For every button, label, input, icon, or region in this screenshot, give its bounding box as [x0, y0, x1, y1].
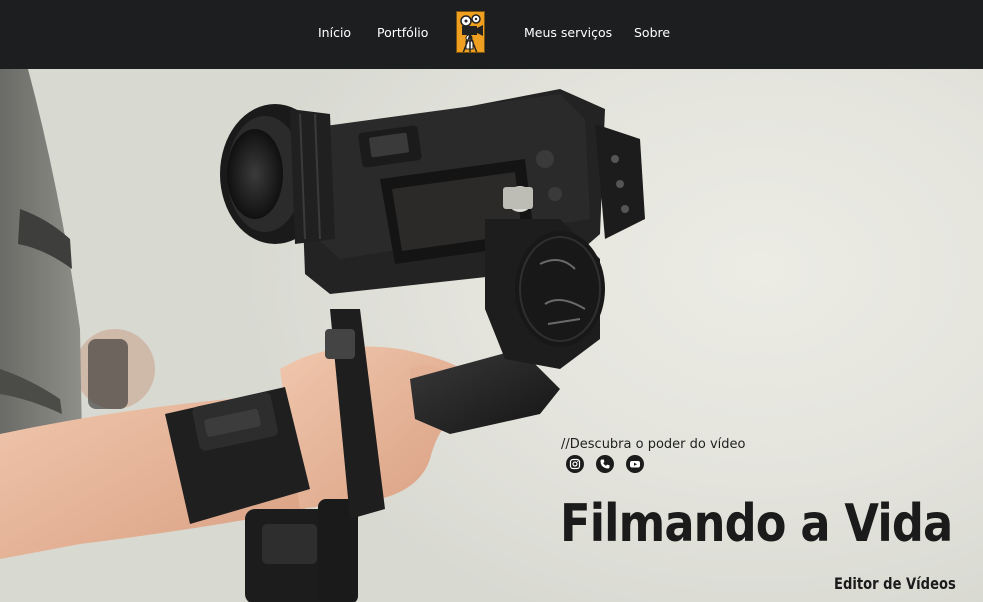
phone-icon-glyph [600, 459, 610, 469]
hero-subtitle: Editor de Vídeos [834, 574, 956, 593]
nav-link-meus-servicos[interactable]: Meus serviços [524, 25, 612, 41]
instagram-icon[interactable] [566, 455, 584, 473]
nav-link-sobre[interactable]: Sobre [634, 25, 670, 41]
videographer-logo[interactable] [456, 11, 485, 53]
nav-link-inicio[interactable]: Início [318, 25, 351, 41]
hero-section: //Descubra o poder do vídeo Filmando a V… [0, 69, 983, 602]
youtube-icon[interactable] [626, 455, 644, 473]
videographer-logo-icon [457, 12, 484, 52]
hero-tagline: //Descubra o poder do vídeo [561, 437, 746, 452]
youtube-icon-glyph [630, 461, 640, 468]
phone-icon[interactable] [596, 455, 614, 473]
top-navigation: Início Portfólio Meus serviços Sobre [0, 0, 983, 69]
nav-link-portfolio[interactable]: Portfólio [377, 25, 428, 41]
hero-headline: Filmando a Vida [560, 494, 953, 554]
instagram-icon-glyph [569, 458, 581, 470]
